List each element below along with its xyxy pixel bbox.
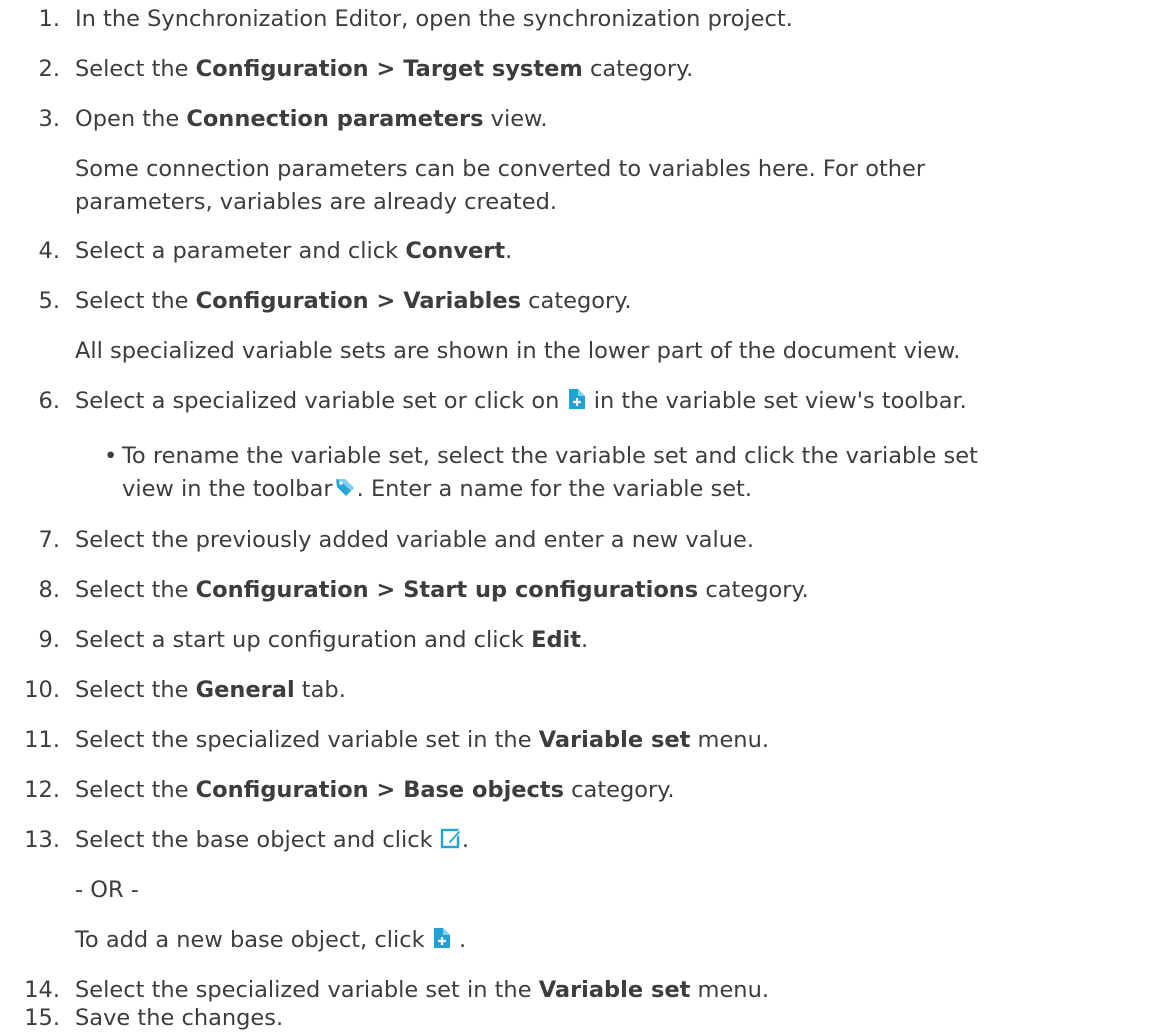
step-3-note-line-2: parameters, variables are already create… xyxy=(75,189,558,215)
add-document-icon xyxy=(567,387,587,419)
step-6-bullet-line-1: • To rename the variable set, select the … xyxy=(104,443,978,469)
step-text: Select the Configuration > Base objects … xyxy=(75,777,675,803)
step-number: 6. xyxy=(38,388,60,414)
step-number: 9. xyxy=(38,627,60,653)
step-text: Select the specialized variable set in t… xyxy=(75,727,769,753)
step-number: 14. xyxy=(24,977,60,1003)
step-number: 5. xyxy=(38,288,60,314)
add-document-icon xyxy=(432,926,452,958)
step-13-or: - OR - xyxy=(75,877,139,903)
step-text: Select the Configuration > Target system… xyxy=(75,56,694,82)
step-5-note: All specialized variable sets are shown … xyxy=(75,338,961,364)
instruction-list: 1. In the Synchronization Editor, open t… xyxy=(0,0,1157,1031)
step-number: 10. xyxy=(24,677,60,703)
step-text: Open the Connection parameters view. xyxy=(75,106,548,132)
step-number: 13. xyxy=(24,827,60,853)
step-13-alternative: To add a new base object, click . xyxy=(75,925,466,958)
step-number: 8. xyxy=(38,577,60,603)
step-number: 11. xyxy=(24,727,60,753)
step-text: Select the specialized variable set in t… xyxy=(75,977,769,1003)
step-number: 1. xyxy=(38,6,60,32)
step-text: Select a parameter and click Convert. xyxy=(75,238,513,264)
step-number: 12. xyxy=(24,777,60,803)
step-number: 4. xyxy=(38,238,60,264)
step-text: In the Synchronization Editor, open the … xyxy=(75,6,793,32)
step-text: Save the changes. xyxy=(75,1005,284,1031)
step-text: Select the Configuration > Start up conf… xyxy=(75,577,809,603)
step-number: 3. xyxy=(38,106,60,132)
step-6-bullet-line-2: view in the toolbar. Enter a name for th… xyxy=(122,474,752,507)
step-number: 2. xyxy=(38,56,60,82)
edit-icon xyxy=(440,826,462,858)
step-text: Select the base object and click . xyxy=(75,825,469,858)
step-text: Select a specialized variable set or cli… xyxy=(75,386,967,419)
step-text: Select the Configuration > Variables cat… xyxy=(75,288,632,314)
tag-icon xyxy=(333,475,357,507)
step-3-note-line-1: Some connection parameters can be conver… xyxy=(75,156,926,182)
step-text: Select the previously added variable and… xyxy=(75,527,754,553)
step-number: 15. xyxy=(24,1005,60,1031)
step-text: Select the General tab. xyxy=(75,677,346,703)
step-number: 7. xyxy=(38,527,60,553)
bullet-dot: • xyxy=(104,443,118,469)
step-text: Select a start up configuration and clic… xyxy=(75,627,589,653)
